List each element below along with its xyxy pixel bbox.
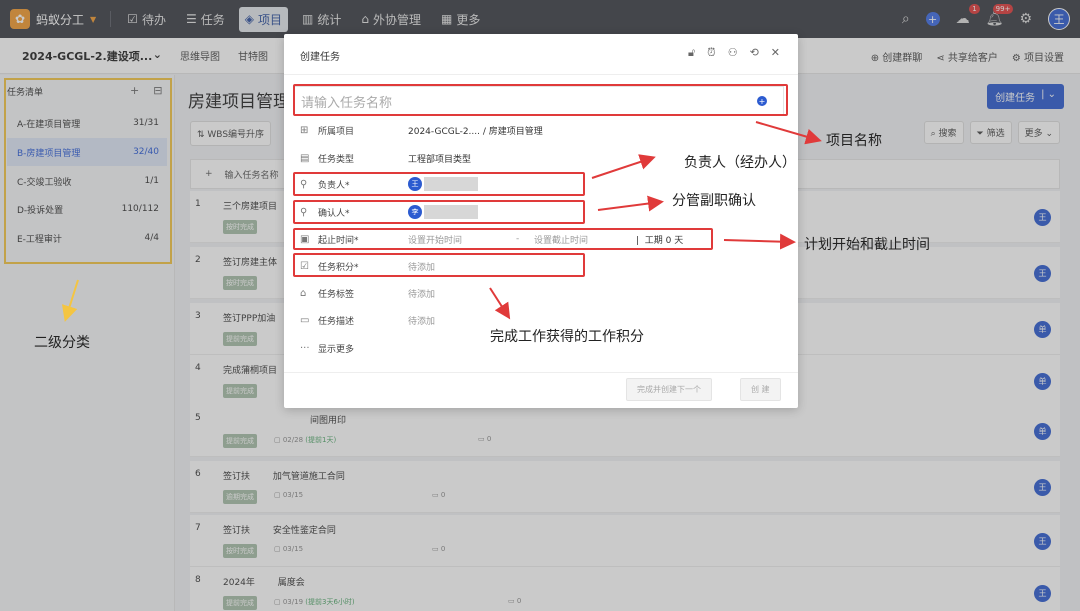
- alarm-icon[interactable]: ⏰︎: [707, 46, 716, 60]
- grid-icon: ⊞: [300, 124, 309, 136]
- annotation-box-name: [293, 84, 788, 116]
- annotation-project-name: 项目名称: [826, 133, 882, 149]
- desc-icon: ▭: [300, 314, 310, 326]
- field-value: 待添加: [408, 289, 436, 300]
- field-label: 显示更多: [318, 344, 355, 355]
- annotation-box-confirmer: [293, 200, 585, 224]
- annotation-score: 完成工作获得的工作积分: [490, 329, 644, 345]
- dialog-title: 创建任务: [300, 52, 340, 63]
- repeat-icon[interactable]: ⟲: [750, 46, 759, 60]
- field-value: 2024-GCGL-2.... / 房建项目管理: [408, 126, 543, 137]
- field-label: 任务标签: [318, 289, 355, 300]
- tag-icon: ⌂: [300, 287, 307, 299]
- annotation-confirmer: 分管副职确认: [672, 193, 756, 209]
- field-value: 待添加: [408, 316, 436, 327]
- annotation-time: 计划开始和截止时间: [804, 237, 930, 253]
- lock-icon[interactable]: 🔓︎: [688, 46, 695, 60]
- field-label: 任务描述: [318, 316, 355, 327]
- more-icon: ···: [300, 342, 310, 354]
- doc-icon: ▤: [300, 152, 310, 164]
- field-value: 工程部项目类型: [408, 154, 472, 165]
- close-icon[interactable]: ✕: [771, 46, 780, 60]
- field-project[interactable]: ⊞ 所属项目 2024-GCGL-2.... / 房建项目管理: [300, 120, 780, 140]
- field-tags[interactable]: ⌂ 任务标签 待添加: [300, 283, 780, 303]
- create-button[interactable]: 创 建: [740, 378, 781, 401]
- create-next-button[interactable]: 完成并创建下一个: [626, 378, 712, 401]
- annotation-owner: 负责人（经办人）: [684, 155, 796, 171]
- annotation-box-time: [293, 228, 713, 250]
- annotation-box-score: [293, 253, 585, 277]
- divider: [284, 74, 798, 75]
- field-label: 所属项目: [318, 126, 355, 137]
- people-icon[interactable]: ⚇: [728, 46, 738, 60]
- field-label: 任务类型: [318, 154, 355, 165]
- annotation-category: 二级分类: [34, 335, 90, 351]
- annotation-box-owner: [293, 172, 585, 196]
- divider: [284, 372, 798, 373]
